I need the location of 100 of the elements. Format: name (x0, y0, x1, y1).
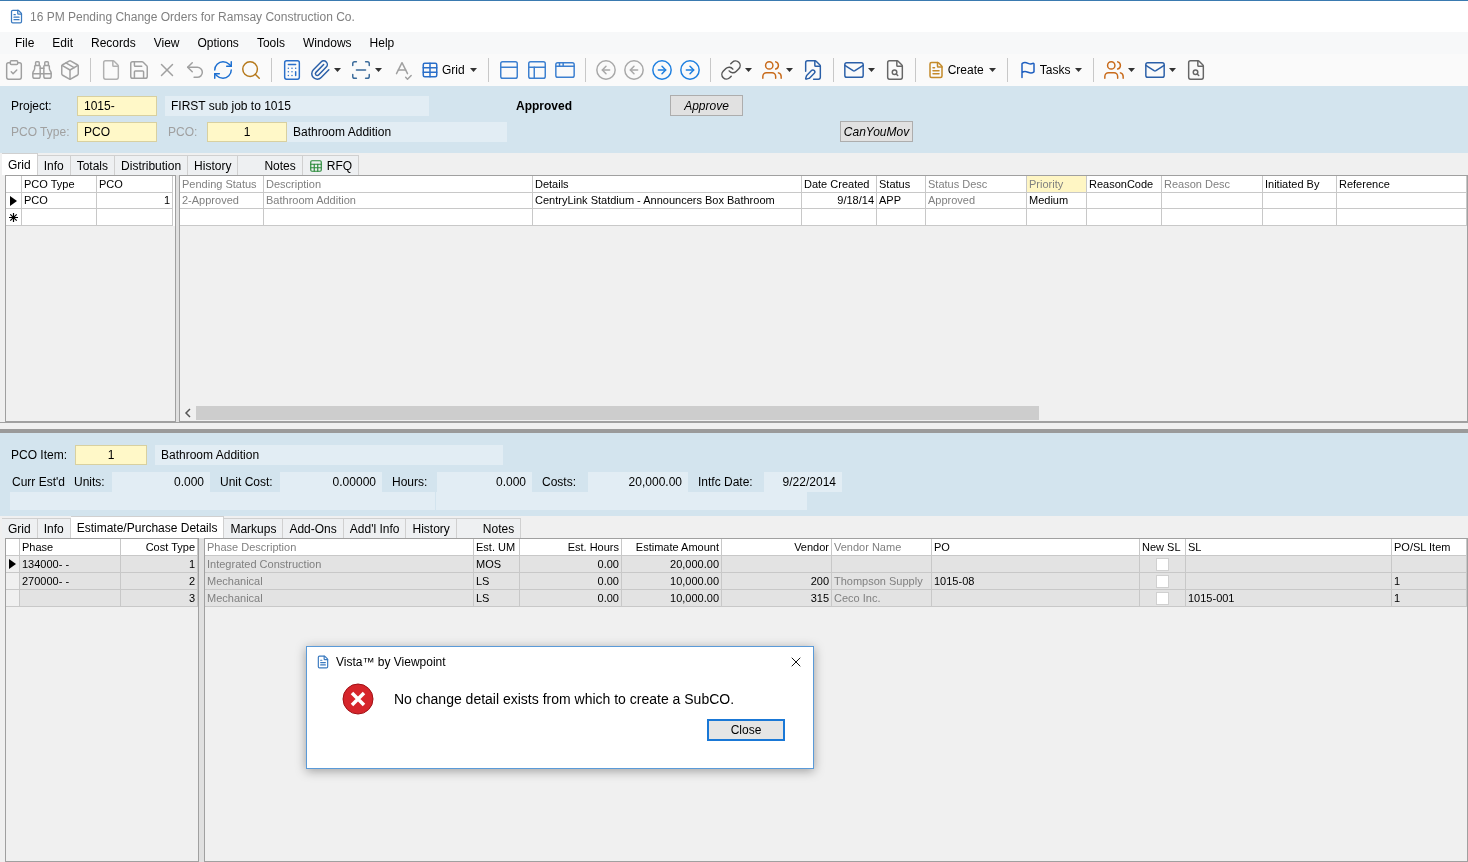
checkbox[interactable] (1156, 574, 1169, 588)
menu-item[interactable]: Windows (293, 34, 361, 52)
first-record-icon[interactable] (594, 59, 617, 81)
mail-icon[interactable] (1144, 59, 1167, 81)
tab[interactable]: Totals (70, 155, 116, 175)
mail-icon[interactable] (842, 59, 865, 81)
input-field[interactable]: 9/22/2014 (764, 472, 842, 492)
input-field[interactable]: PCO (77, 121, 157, 142)
caret-icon[interactable] (334, 68, 341, 72)
column-header[interactable]: SL (1186, 539, 1392, 556)
tab[interactable]: RFQ (302, 155, 360, 175)
input-field[interactable]: 1 (207, 121, 287, 142)
column-header[interactable]: Estimate Amount (622, 539, 722, 556)
scroll-left-icon[interactable] (182, 407, 194, 419)
menu-item[interactable]: Tools (247, 34, 294, 52)
panel-layout-icon[interactable] (525, 59, 548, 81)
close-button[interactable]: Close (707, 719, 785, 741)
input-field[interactable]: 1 (75, 445, 147, 465)
column-header[interactable]: Status (877, 176, 926, 193)
input-field[interactable]: 0.000 (437, 472, 532, 492)
next-record-icon[interactable] (650, 59, 673, 81)
users-icon[interactable] (760, 59, 783, 81)
column-header[interactable]: Reference (1337, 176, 1467, 193)
caret-icon[interactable] (375, 68, 382, 72)
package-icon[interactable] (59, 59, 81, 81)
tab[interactable]: Notes (238, 155, 303, 175)
menu-item[interactable]: Records (82, 34, 145, 52)
column-header[interactable]: Status Desc (926, 176, 1027, 193)
column-header[interactable]: PCO Type (22, 176, 97, 193)
undo-icon[interactable] (184, 59, 206, 81)
column-header[interactable]: PCO (97, 176, 173, 193)
column-header[interactable]: Vendor Name (832, 539, 932, 556)
caret-icon[interactable] (1169, 68, 1177, 72)
tab[interactable]: Grid (2, 153, 38, 175)
input-field[interactable]: Bathroom Addition (287, 121, 507, 142)
caret-icon[interactable] (867, 68, 875, 72)
refresh-icon[interactable] (212, 59, 234, 81)
move-button[interactable]: CanYouMov (840, 121, 913, 142)
row-header[interactable] (6, 193, 22, 209)
column-header[interactable]: Est. UM (474, 539, 520, 556)
menu-item[interactable]: Edit (43, 34, 83, 52)
panel-layout-icon[interactable] (497, 59, 520, 81)
tab[interactable]: Notes (456, 518, 522, 538)
toolbar-dropdown-button[interactable]: Create (924, 57, 998, 83)
scanner-icon[interactable] (350, 59, 372, 81)
tab[interactable]: Add'l Info (343, 518, 407, 538)
column-header[interactable]: Phase (20, 539, 121, 556)
toolbar-dropdown-button[interactable]: Tasks (1016, 57, 1085, 83)
input-field[interactable]: 1015- (77, 95, 157, 116)
menu-item[interactable]: File (6, 34, 44, 52)
panel-layout-icon[interactable] (553, 59, 576, 81)
tab[interactable]: History (406, 518, 457, 538)
tab[interactable]: Markups (224, 518, 284, 538)
input-field[interactable]: FIRST sub job to 1015 (165, 95, 429, 116)
tab[interactable]: Info (37, 518, 71, 538)
checkbox[interactable] (1156, 591, 1169, 605)
tab[interactable]: Distribution (115, 155, 189, 175)
caret-icon[interactable] (744, 68, 752, 72)
menu-item[interactable]: Help (360, 34, 404, 52)
column-header[interactable]: Initiated By (1263, 176, 1337, 193)
binoculars-icon[interactable] (31, 59, 53, 81)
calculator-icon[interactable] (281, 59, 303, 81)
column-header[interactable]: Priority (1027, 176, 1087, 193)
menu-item[interactable]: View (144, 34, 189, 52)
input-field[interactable]: Bathroom Addition (155, 445, 503, 465)
column-header[interactable]: Phase Description (205, 539, 474, 556)
tab[interactable]: Estimate/Purchase Details (70, 516, 225, 538)
users-icon[interactable] (1103, 59, 1126, 81)
link-icon[interactable] (719, 59, 742, 81)
row-header[interactable] (6, 556, 20, 573)
column-header[interactable]: Vendor (722, 539, 832, 556)
input-field[interactable]: 20,000.00 (588, 472, 688, 492)
search-icon[interactable] (240, 59, 262, 81)
clipboard-check-icon[interactable] (3, 59, 25, 81)
tab[interactable]: Grid (2, 518, 38, 538)
column-header[interactable]: Pending Status (180, 176, 264, 193)
caret-icon[interactable] (1128, 68, 1136, 72)
caret-icon[interactable] (785, 68, 793, 72)
column-header[interactable]: Cost Type (121, 539, 198, 556)
tab[interactable]: Add-Ons (283, 518, 344, 538)
scrollbar-thumb[interactable] (196, 406, 1039, 420)
column-header[interactable]: Reason Desc (1162, 176, 1263, 193)
row-header[interactable] (6, 209, 22, 226)
column-header[interactable]: Date Created (802, 176, 877, 193)
column-header[interactable]: Est. Hours (520, 539, 622, 556)
menu-item[interactable]: Options (188, 34, 248, 52)
column-header[interactable]: ReasonCode (1087, 176, 1162, 193)
approve-button[interactable]: Approve (670, 95, 743, 116)
previous-record-icon[interactable] (622, 59, 645, 81)
input-field[interactable]: 0.000 (112, 472, 210, 492)
column-header[interactable]: PO (932, 539, 1140, 556)
toolbar-dropdown-button[interactable]: Grid (419, 57, 479, 83)
checkbox[interactable] (1156, 557, 1169, 571)
last-record-icon[interactable] (678, 59, 701, 81)
tab[interactable]: History (188, 155, 239, 175)
input-field[interactable]: 0.00000 (280, 472, 382, 492)
column-header[interactable]: Details (533, 176, 802, 193)
paperclip-icon[interactable] (309, 59, 331, 81)
column-header[interactable]: PO/SL Item (1392, 539, 1467, 556)
save-icon[interactable] (128, 59, 150, 81)
